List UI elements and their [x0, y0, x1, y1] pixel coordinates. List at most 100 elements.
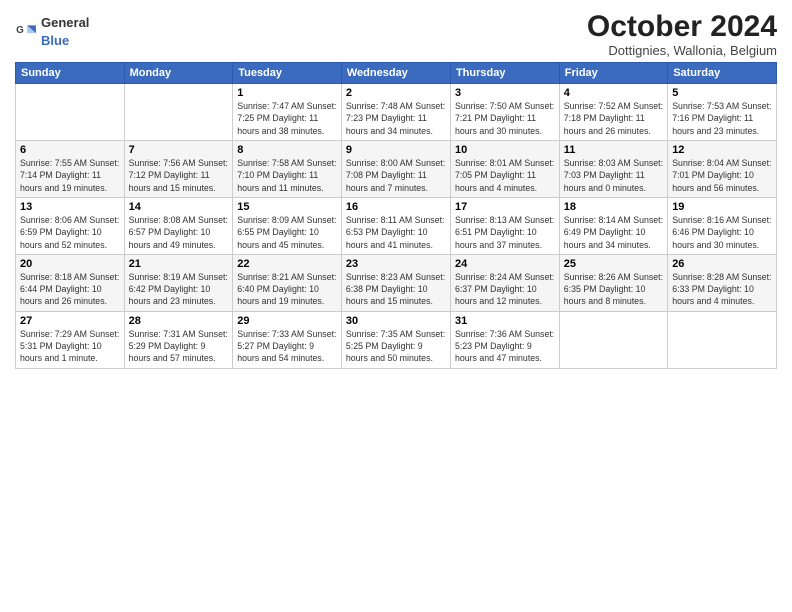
calendar-week-row: 27Sunrise: 7:29 AM Sunset: 5:31 PM Dayli…	[16, 311, 777, 368]
day-info: Sunrise: 8:13 AM Sunset: 6:51 PM Dayligh…	[455, 214, 555, 251]
day-info: Sunrise: 7:47 AM Sunset: 7:25 PM Dayligh…	[237, 100, 337, 137]
table-row: 31Sunrise: 7:36 AM Sunset: 5:23 PM Dayli…	[450, 311, 559, 368]
day-info: Sunrise: 8:11 AM Sunset: 6:53 PM Dayligh…	[346, 214, 446, 251]
table-row	[559, 311, 667, 368]
table-row: 29Sunrise: 7:33 AM Sunset: 5:27 PM Dayli…	[233, 311, 342, 368]
day-number: 31	[455, 315, 555, 327]
day-number: 16	[346, 201, 446, 213]
table-row	[124, 84, 233, 141]
day-info: Sunrise: 8:26 AM Sunset: 6:35 PM Dayligh…	[564, 271, 663, 308]
day-info: Sunrise: 8:01 AM Sunset: 7:05 PM Dayligh…	[455, 157, 555, 194]
day-info: Sunrise: 7:56 AM Sunset: 7:12 PM Dayligh…	[129, 157, 229, 194]
day-number: 14	[129, 201, 229, 213]
day-info: Sunrise: 8:21 AM Sunset: 6:40 PM Dayligh…	[237, 271, 337, 308]
day-number: 24	[455, 258, 555, 270]
day-number: 8	[237, 144, 337, 156]
col-friday: Friday	[559, 63, 667, 84]
col-monday: Monday	[124, 63, 233, 84]
table-row: 7Sunrise: 7:56 AM Sunset: 7:12 PM Daylig…	[124, 140, 233, 197]
table-row: 18Sunrise: 8:14 AM Sunset: 6:49 PM Dayli…	[559, 197, 667, 254]
calendar-header-row: Sunday Monday Tuesday Wednesday Thursday…	[16, 63, 777, 84]
day-info: Sunrise: 8:19 AM Sunset: 6:42 PM Dayligh…	[129, 271, 229, 308]
day-number: 30	[346, 315, 446, 327]
table-row: 30Sunrise: 7:35 AM Sunset: 5:25 PM Dayli…	[341, 311, 450, 368]
day-number: 1	[237, 87, 337, 99]
table-row: 10Sunrise: 8:01 AM Sunset: 7:05 PM Dayli…	[450, 140, 559, 197]
table-row: 8Sunrise: 7:58 AM Sunset: 7:10 PM Daylig…	[233, 140, 342, 197]
day-number: 21	[129, 258, 229, 270]
day-info: Sunrise: 7:33 AM Sunset: 5:27 PM Dayligh…	[237, 328, 337, 365]
table-row: 27Sunrise: 7:29 AM Sunset: 5:31 PM Dayli…	[16, 311, 125, 368]
day-info: Sunrise: 7:55 AM Sunset: 7:14 PM Dayligh…	[20, 157, 120, 194]
day-info: Sunrise: 7:31 AM Sunset: 5:29 PM Dayligh…	[129, 328, 229, 365]
day-number: 3	[455, 87, 555, 99]
day-number: 13	[20, 201, 120, 213]
day-info: Sunrise: 7:29 AM Sunset: 5:31 PM Dayligh…	[20, 328, 120, 365]
day-number: 12	[672, 144, 772, 156]
day-info: Sunrise: 8:23 AM Sunset: 6:38 PM Dayligh…	[346, 271, 446, 308]
table-row: 26Sunrise: 8:28 AM Sunset: 6:33 PM Dayli…	[668, 254, 777, 311]
day-number: 19	[672, 201, 772, 213]
calendar: Sunday Monday Tuesday Wednesday Thursday…	[15, 62, 777, 369]
calendar-week-row: 1Sunrise: 7:47 AM Sunset: 7:25 PM Daylig…	[16, 84, 777, 141]
day-number: 25	[564, 258, 663, 270]
table-row: 3Sunrise: 7:50 AM Sunset: 7:21 PM Daylig…	[450, 84, 559, 141]
month-title: October 2024	[587, 10, 777, 43]
table-row: 24Sunrise: 8:24 AM Sunset: 6:37 PM Dayli…	[450, 254, 559, 311]
col-wednesday: Wednesday	[341, 63, 450, 84]
day-number: 5	[672, 87, 772, 99]
day-number: 29	[237, 315, 337, 327]
table-row: 6Sunrise: 7:55 AM Sunset: 7:14 PM Daylig…	[16, 140, 125, 197]
col-saturday: Saturday	[668, 63, 777, 84]
day-number: 2	[346, 87, 446, 99]
table-row: 13Sunrise: 8:06 AM Sunset: 6:59 PM Dayli…	[16, 197, 125, 254]
table-row: 11Sunrise: 8:03 AM Sunset: 7:03 PM Dayli…	[559, 140, 667, 197]
col-sunday: Sunday	[16, 63, 125, 84]
table-row: 21Sunrise: 8:19 AM Sunset: 6:42 PM Dayli…	[124, 254, 233, 311]
logo: G General Blue	[15, 10, 89, 50]
svg-text:G: G	[16, 25, 24, 36]
day-number: 17	[455, 201, 555, 213]
location: Dottignies, Wallonia, Belgium	[587, 43, 777, 58]
logo-blue: Blue	[41, 33, 69, 48]
day-info: Sunrise: 8:03 AM Sunset: 7:03 PM Dayligh…	[564, 157, 663, 194]
day-info: Sunrise: 8:14 AM Sunset: 6:49 PM Dayligh…	[564, 214, 663, 251]
day-number: 18	[564, 201, 663, 213]
day-info: Sunrise: 7:52 AM Sunset: 7:18 PM Dayligh…	[564, 100, 663, 137]
day-info: Sunrise: 8:08 AM Sunset: 6:57 PM Dayligh…	[129, 214, 229, 251]
day-info: Sunrise: 8:24 AM Sunset: 6:37 PM Dayligh…	[455, 271, 555, 308]
table-row	[16, 84, 125, 141]
day-info: Sunrise: 8:06 AM Sunset: 6:59 PM Dayligh…	[20, 214, 120, 251]
calendar-week-row: 13Sunrise: 8:06 AM Sunset: 6:59 PM Dayli…	[16, 197, 777, 254]
table-row: 5Sunrise: 7:53 AM Sunset: 7:16 PM Daylig…	[668, 84, 777, 141]
day-info: Sunrise: 7:50 AM Sunset: 7:21 PM Dayligh…	[455, 100, 555, 137]
day-number: 15	[237, 201, 337, 213]
table-row: 15Sunrise: 8:09 AM Sunset: 6:55 PM Dayli…	[233, 197, 342, 254]
calendar-week-row: 20Sunrise: 8:18 AM Sunset: 6:44 PM Dayli…	[16, 254, 777, 311]
day-number: 20	[20, 258, 120, 270]
table-row: 25Sunrise: 8:26 AM Sunset: 6:35 PM Dayli…	[559, 254, 667, 311]
day-info: Sunrise: 7:53 AM Sunset: 7:16 PM Dayligh…	[672, 100, 772, 137]
table-row: 23Sunrise: 8:23 AM Sunset: 6:38 PM Dayli…	[341, 254, 450, 311]
logo-general: General	[41, 15, 89, 30]
table-row: 12Sunrise: 8:04 AM Sunset: 7:01 PM Dayli…	[668, 140, 777, 197]
day-number: 4	[564, 87, 663, 99]
table-row: 17Sunrise: 8:13 AM Sunset: 6:51 PM Dayli…	[450, 197, 559, 254]
day-number: 22	[237, 258, 337, 270]
table-row: 19Sunrise: 8:16 AM Sunset: 6:46 PM Dayli…	[668, 197, 777, 254]
logo-icon: G	[15, 21, 37, 43]
day-number: 9	[346, 144, 446, 156]
day-info: Sunrise: 8:09 AM Sunset: 6:55 PM Dayligh…	[237, 214, 337, 251]
table-row: 20Sunrise: 8:18 AM Sunset: 6:44 PM Dayli…	[16, 254, 125, 311]
table-row: 22Sunrise: 8:21 AM Sunset: 6:40 PM Dayli…	[233, 254, 342, 311]
table-row	[668, 311, 777, 368]
day-number: 26	[672, 258, 772, 270]
day-info: Sunrise: 8:18 AM Sunset: 6:44 PM Dayligh…	[20, 271, 120, 308]
day-number: 28	[129, 315, 229, 327]
day-info: Sunrise: 7:48 AM Sunset: 7:23 PM Dayligh…	[346, 100, 446, 137]
day-info: Sunrise: 8:04 AM Sunset: 7:01 PM Dayligh…	[672, 157, 772, 194]
table-row: 9Sunrise: 8:00 AM Sunset: 7:08 PM Daylig…	[341, 140, 450, 197]
day-number: 6	[20, 144, 120, 156]
logo-text: General Blue	[41, 14, 89, 50]
col-tuesday: Tuesday	[233, 63, 342, 84]
